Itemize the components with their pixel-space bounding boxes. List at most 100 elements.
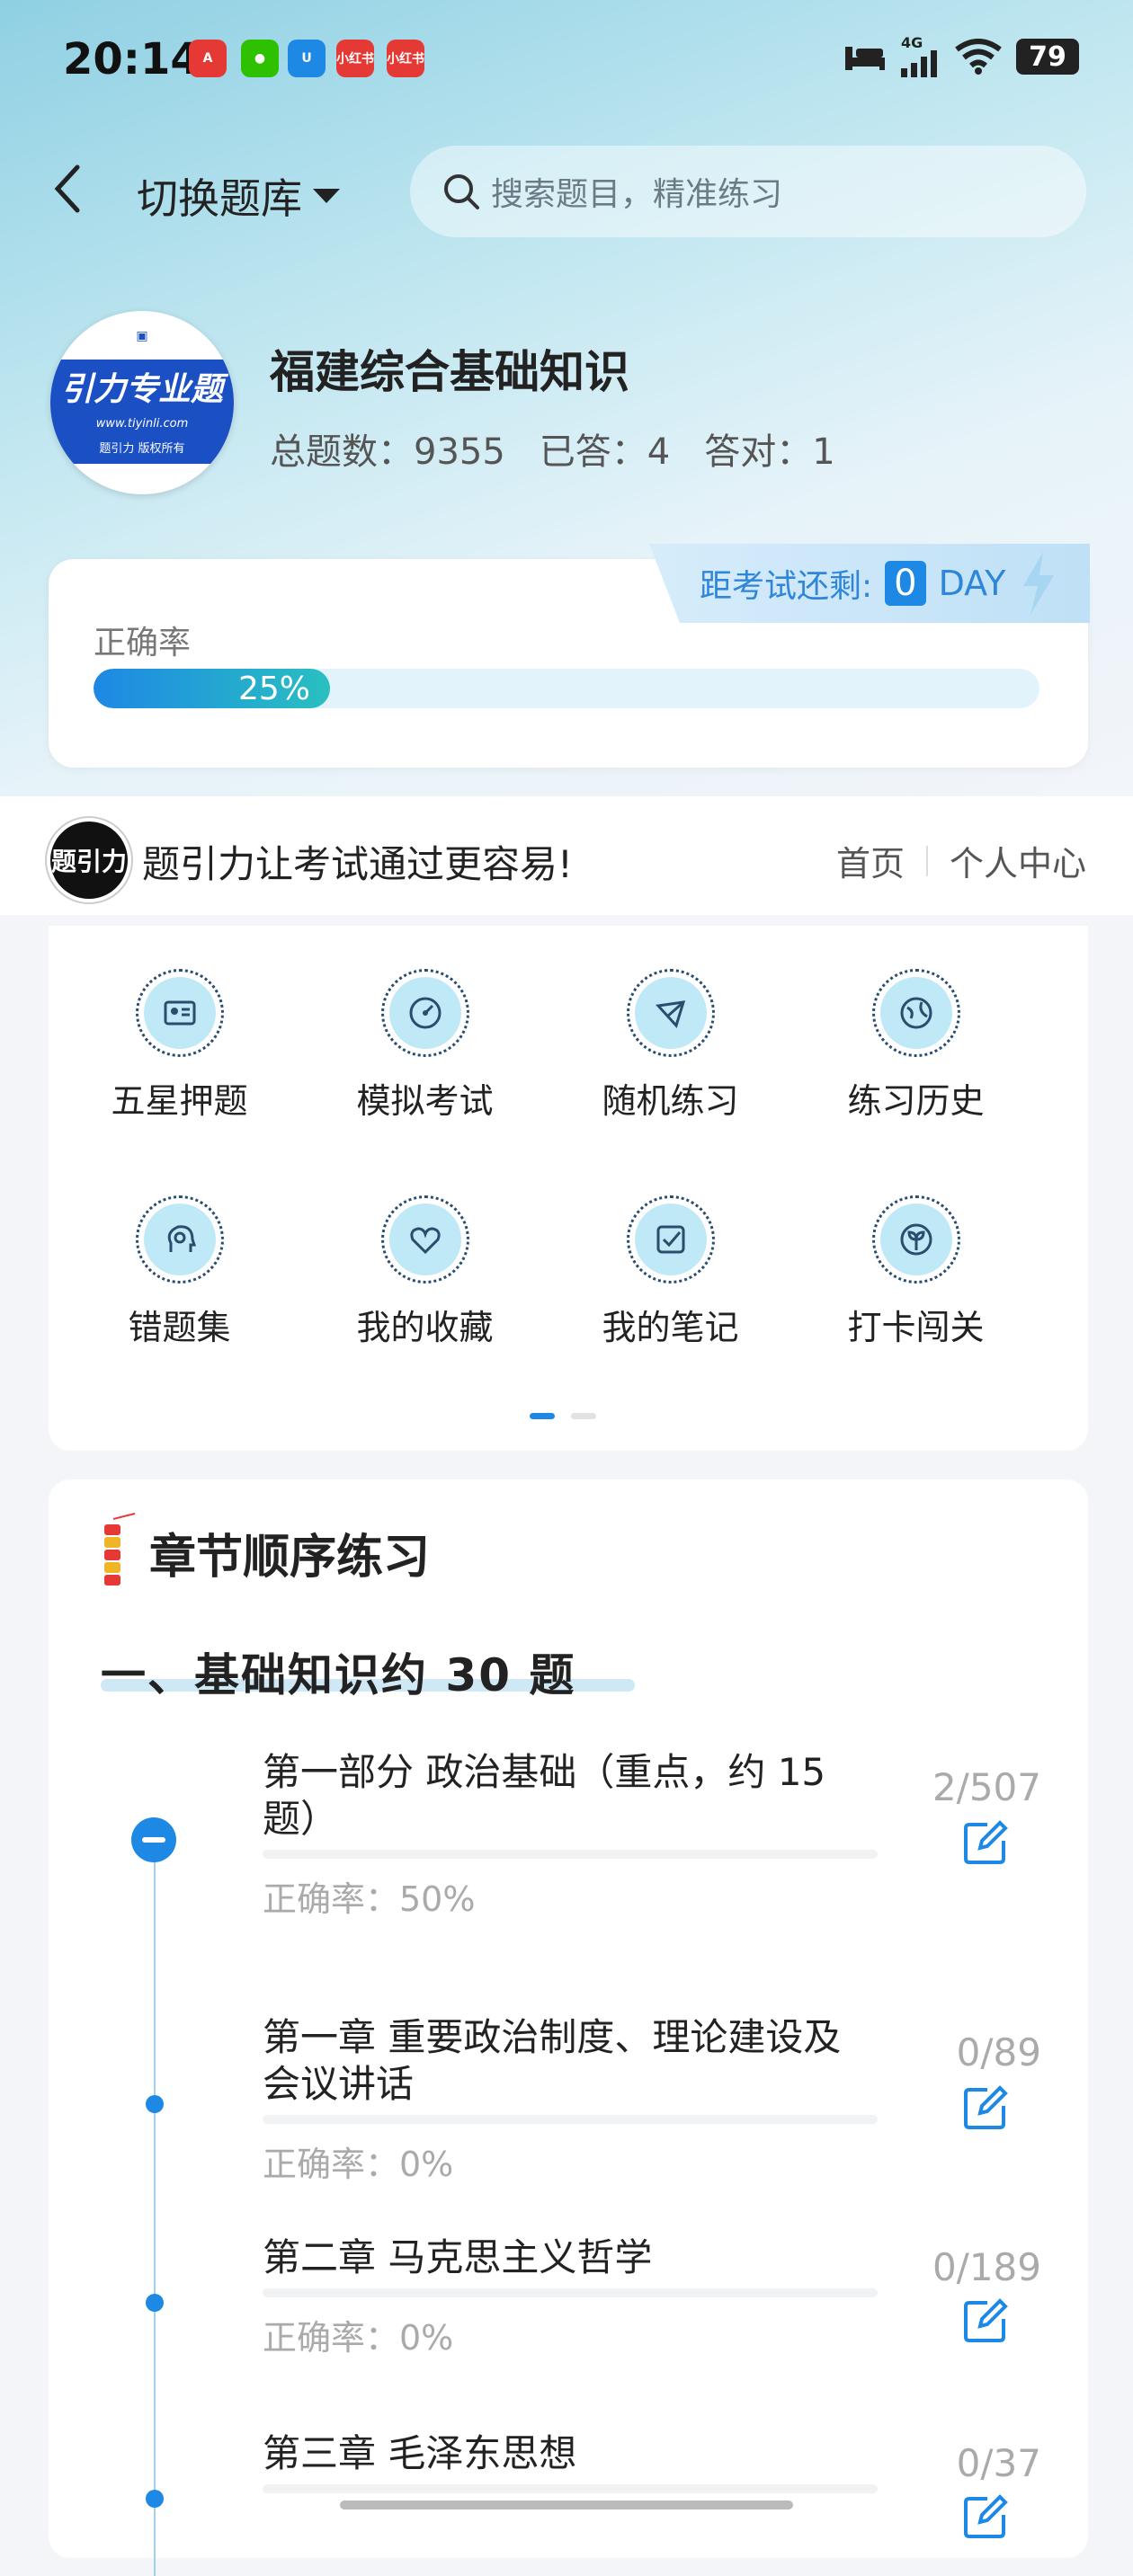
lightning-icon: [1023, 552, 1055, 615]
switch-bank-label: 切换题库: [137, 174, 302, 223]
feature-label: 随机练习: [602, 1081, 739, 1121]
brand-logo: 题引力: [47, 818, 131, 902]
timeline-node: [146, 2294, 164, 2312]
icon-bg: [143, 977, 216, 1049]
page-dot-2[interactable]: [571, 1413, 596, 1419]
link-profile[interactable]: 个人中心: [950, 836, 1086, 885]
chapter-progress: [263, 1850, 878, 1859]
icon-bg: [634, 1204, 707, 1275]
countdown-days: 0: [885, 561, 926, 606]
feature-label: 我的收藏: [356, 1308, 494, 1347]
feature-network[interactable]: 随机练习: [548, 969, 793, 1123]
chapter-name: 第二章 马克思主义哲学: [263, 2235, 653, 2279]
chapter-count: 2/507: [932, 1765, 1041, 1809]
page-indicator: [530, 1413, 596, 1419]
chapter-progress: [263, 2484, 878, 2493]
section-title: 一、基础知识约 30 题: [101, 1649, 576, 1701]
chapter-practice-card: 章节顺序练习 一、基础知识约 30 题 第一部分 政治基础（重点，约 15 题）…: [49, 1479, 1088, 2576]
heart-icon-ring: [380, 1195, 469, 1284]
edit-icon[interactable]: [960, 2083, 1011, 2133]
chapter-count: 0/89: [956, 2030, 1041, 2074]
icon-bg: [879, 977, 952, 1049]
collapse-node[interactable]: [131, 1817, 176, 1862]
link-divider: [925, 845, 928, 876]
gauge-icon-ring: [380, 969, 469, 1057]
logo-top-mark: ▣: [136, 329, 148, 343]
home-indicator[interactable]: [340, 2500, 793, 2509]
globe-icon: [900, 997, 932, 1029]
search-input[interactable]: 搜索题目，精准练习: [410, 146, 1086, 237]
chapter-count: 0/189: [932, 2245, 1041, 2289]
edit-icon[interactable]: [960, 2492, 1011, 2542]
chapter-name: 第一章 重要政治制度、理论建设及会议讲话: [263, 2015, 842, 2106]
feature-label: 我的笔记: [602, 1308, 739, 1347]
chapter-progress: [263, 2288, 878, 2297]
id-card-icon: [164, 1000, 195, 1026]
edit-icon[interactable]: [960, 2296, 1011, 2346]
page-dot-1[interactable]: [530, 1413, 555, 1419]
link-home[interactable]: 首页: [836, 836, 905, 885]
accuracy-progress-track: 25%: [94, 669, 1039, 708]
banner-links: 首页 个人中心: [836, 836, 1086, 885]
app-a-icon: A: [189, 40, 227, 77]
sprout-icon: [900, 1223, 932, 1256]
firecracker-icon: [104, 1513, 136, 1586]
icon-bg: [388, 977, 461, 1049]
feature-label: 模拟考试: [356, 1081, 494, 1121]
network-type: 4G: [901, 34, 923, 51]
battery-indicator: 79: [1016, 39, 1079, 75]
feature-label: 错题集: [128, 1308, 231, 1347]
correct-count: 答对：1: [704, 431, 835, 473]
feature-heart[interactable]: 我的收藏: [302, 1195, 548, 1349]
feature-id-card[interactable]: 五星押题: [57, 969, 302, 1123]
wechat-icon: ●: [241, 40, 279, 77]
feature-head[interactable]: 错题集: [57, 1195, 302, 1349]
feature-note-check[interactable]: 我的笔记: [548, 1195, 793, 1349]
promo-banner: 题引力 题引力让考试通过更容易! 首页 个人中心: [0, 796, 1133, 915]
head-icon: [167, 1225, 196, 1252]
note-check-icon: [656, 1225, 684, 1254]
answered-count: 已答：4: [539, 431, 671, 473]
feature-grid: 五星押题 模拟考试 随机练习 练习历史错题集 我的收藏 我的笔记 打卡闯关: [49, 926, 1088, 1451]
sprout-icon-ring: [871, 1195, 960, 1284]
network-icon-ring: [626, 969, 715, 1057]
feature-gauge[interactable]: 模拟考试: [302, 969, 548, 1123]
chevron-left-icon: [54, 164, 80, 213]
total-count: 总题数：9355: [270, 431, 505, 473]
icon-bg: [634, 977, 707, 1049]
timeline-node: [146, 2490, 164, 2508]
note-check-icon-ring: [626, 1195, 715, 1284]
chapter-progress: [263, 2115, 878, 2124]
xiaohongshu-icon: 小红书: [336, 40, 374, 77]
feature-sprout[interactable]: 打卡闯关: [793, 1195, 1039, 1349]
chapter-name: 第一部分 政治基础（重点，约 15 题）: [263, 1750, 826, 1841]
chapter-accuracy: 正确率：0%: [263, 2318, 454, 2358]
search-icon: [444, 174, 479, 209]
edit-icon[interactable]: [960, 1817, 1011, 1868]
book-title: 福建综合基础知识: [270, 346, 629, 398]
minus-icon: [142, 1837, 165, 1843]
chapter-count: 0/37: [956, 2441, 1041, 2485]
switch-bank-dropdown[interactable]: 切换题库: [137, 166, 342, 226]
feature-label: 练习历史: [847, 1081, 985, 1121]
book-stats: 总题数：9355 已答：4 答对：1: [270, 422, 835, 475]
logo-owner: 题引力 版权所有: [99, 442, 185, 456]
chapter-header: 章节顺序练习: [99, 1512, 430, 1593]
id-card-icon-ring: [135, 969, 224, 1057]
banner-slogan: 题引力让考试通过更容易!: [142, 842, 573, 886]
chapter-name: 第三章 毛泽东思想: [263, 2431, 577, 2475]
feature-label: 五星押题: [111, 1081, 248, 1121]
bed-icon: [845, 47, 885, 70]
chapter-section-title: 章节顺序练习: [149, 1530, 431, 1585]
feature-globe[interactable]: 练习历史: [793, 969, 1039, 1123]
xiaohongshu2-icon: 小红书: [387, 40, 424, 77]
status-bar: 20:14 A ● U 小红书 小红书 4G 79: [0, 0, 1133, 126]
icon-bg: [143, 1204, 216, 1275]
caret-down-icon: [313, 189, 340, 203]
countdown-label: 距考试还剩:: [700, 568, 873, 605]
icon-bg: [388, 1204, 461, 1275]
app-u-icon: U: [288, 40, 326, 77]
back-button[interactable]: [52, 164, 83, 227]
timeline-line: [154, 1857, 156, 2576]
wifi-icon: [955, 39, 1002, 75]
